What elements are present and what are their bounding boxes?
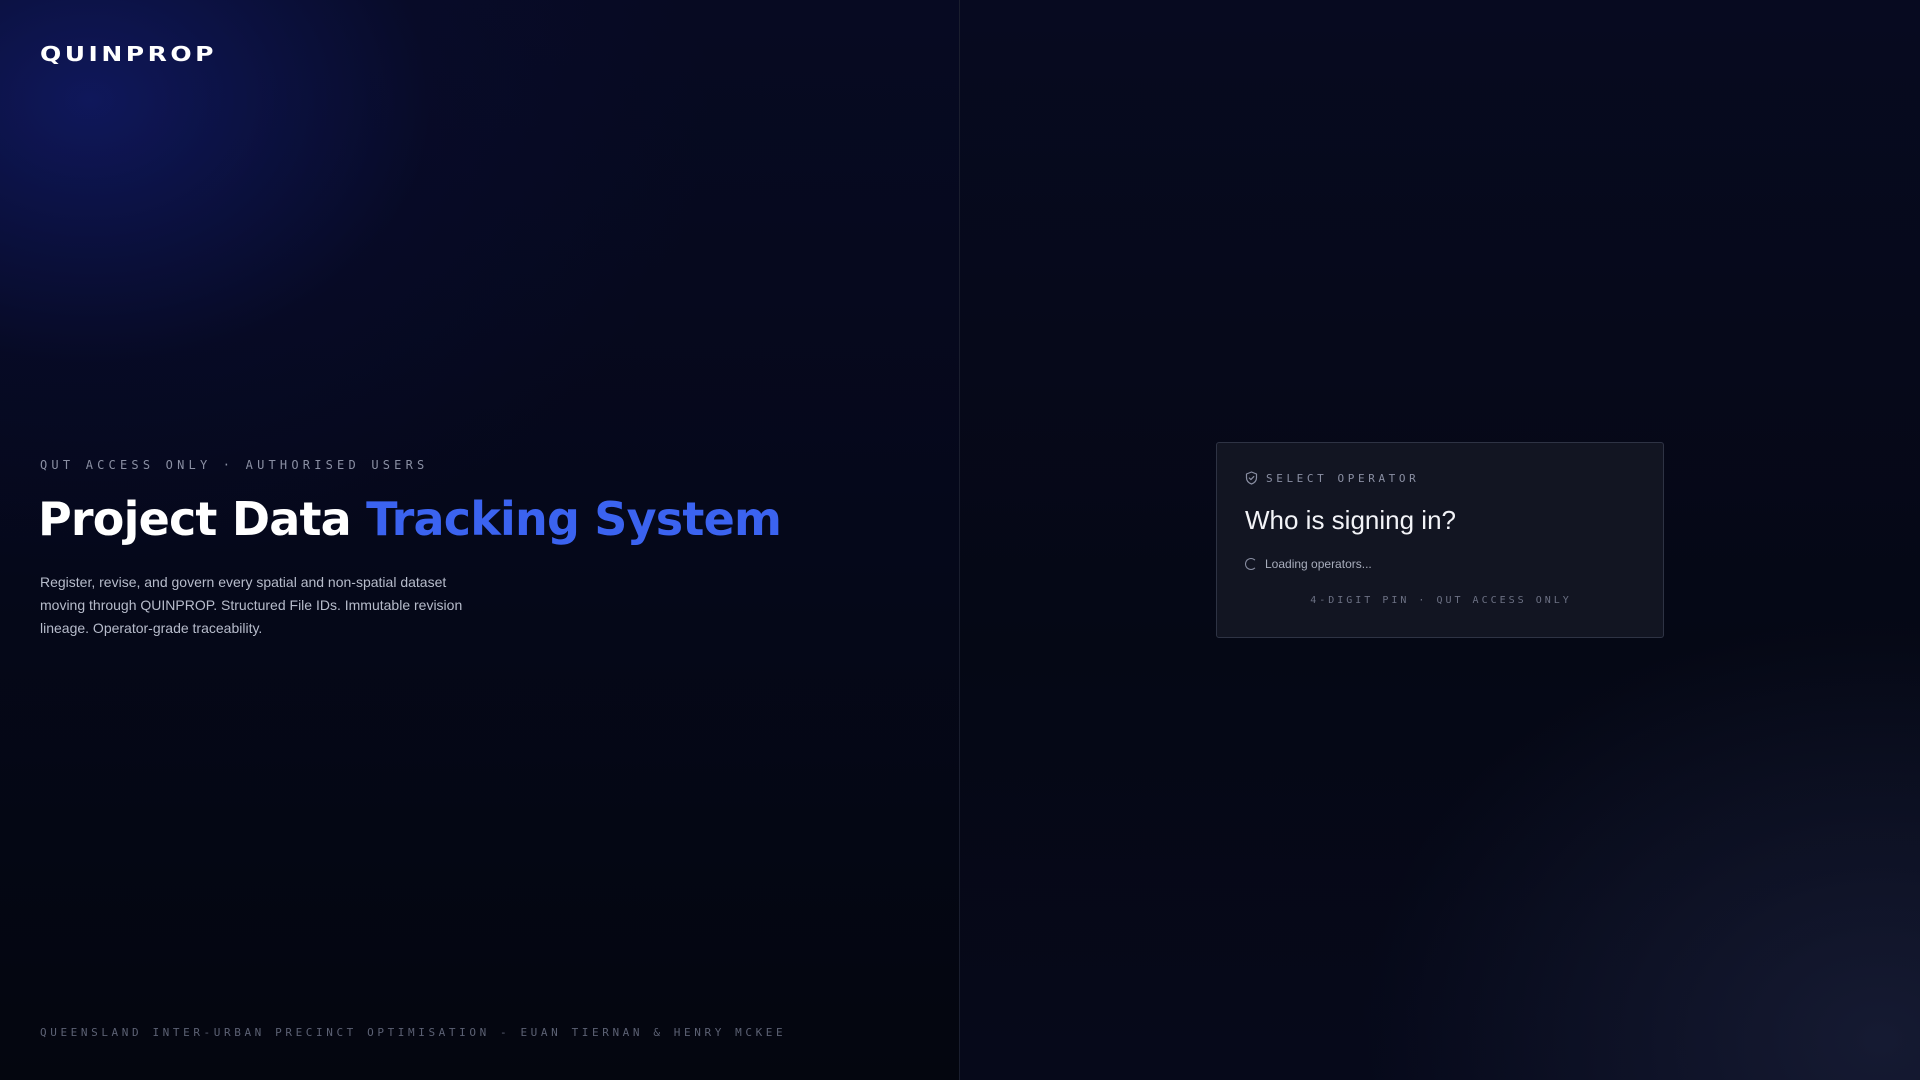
loading-text: Loading operators... (1265, 557, 1372, 571)
shield-check-icon (1245, 471, 1258, 485)
title-accent: Tracking System (366, 492, 782, 546)
card-title: Who is signing in? (1245, 505, 1456, 535)
access-eyebrow: QUT ACCESS ONLY · AUTHORISED USERS (40, 458, 429, 472)
page-title: Project Data Tracking System (38, 492, 782, 546)
hero-panel: QUINPROP QUT ACCESS ONLY · AUTHORISED US… (0, 0, 959, 1080)
footer-credit: QUEENSLAND INTER-URBAN PRECINCT OPTIMISA… (40, 1026, 787, 1039)
operators-loading: Loading operators... (1245, 557, 1372, 571)
title-plain: Project Data (38, 492, 352, 546)
card-footer-note: 4-DIGIT PIN · QUT ACCESS ONLY (1310, 595, 1572, 606)
hero-description: Register, revise, and govern every spati… (40, 574, 463, 636)
spinner-icon (1245, 558, 1257, 570)
card-header: SELECT OPERATOR (1245, 471, 1419, 485)
operator-select-card: SELECT OPERATOR Who is signing in? Loadi… (1216, 442, 1664, 638)
brand-logo: QUINPROP (40, 42, 217, 66)
card-eyebrow: SELECT OPERATOR (1266, 471, 1420, 485)
